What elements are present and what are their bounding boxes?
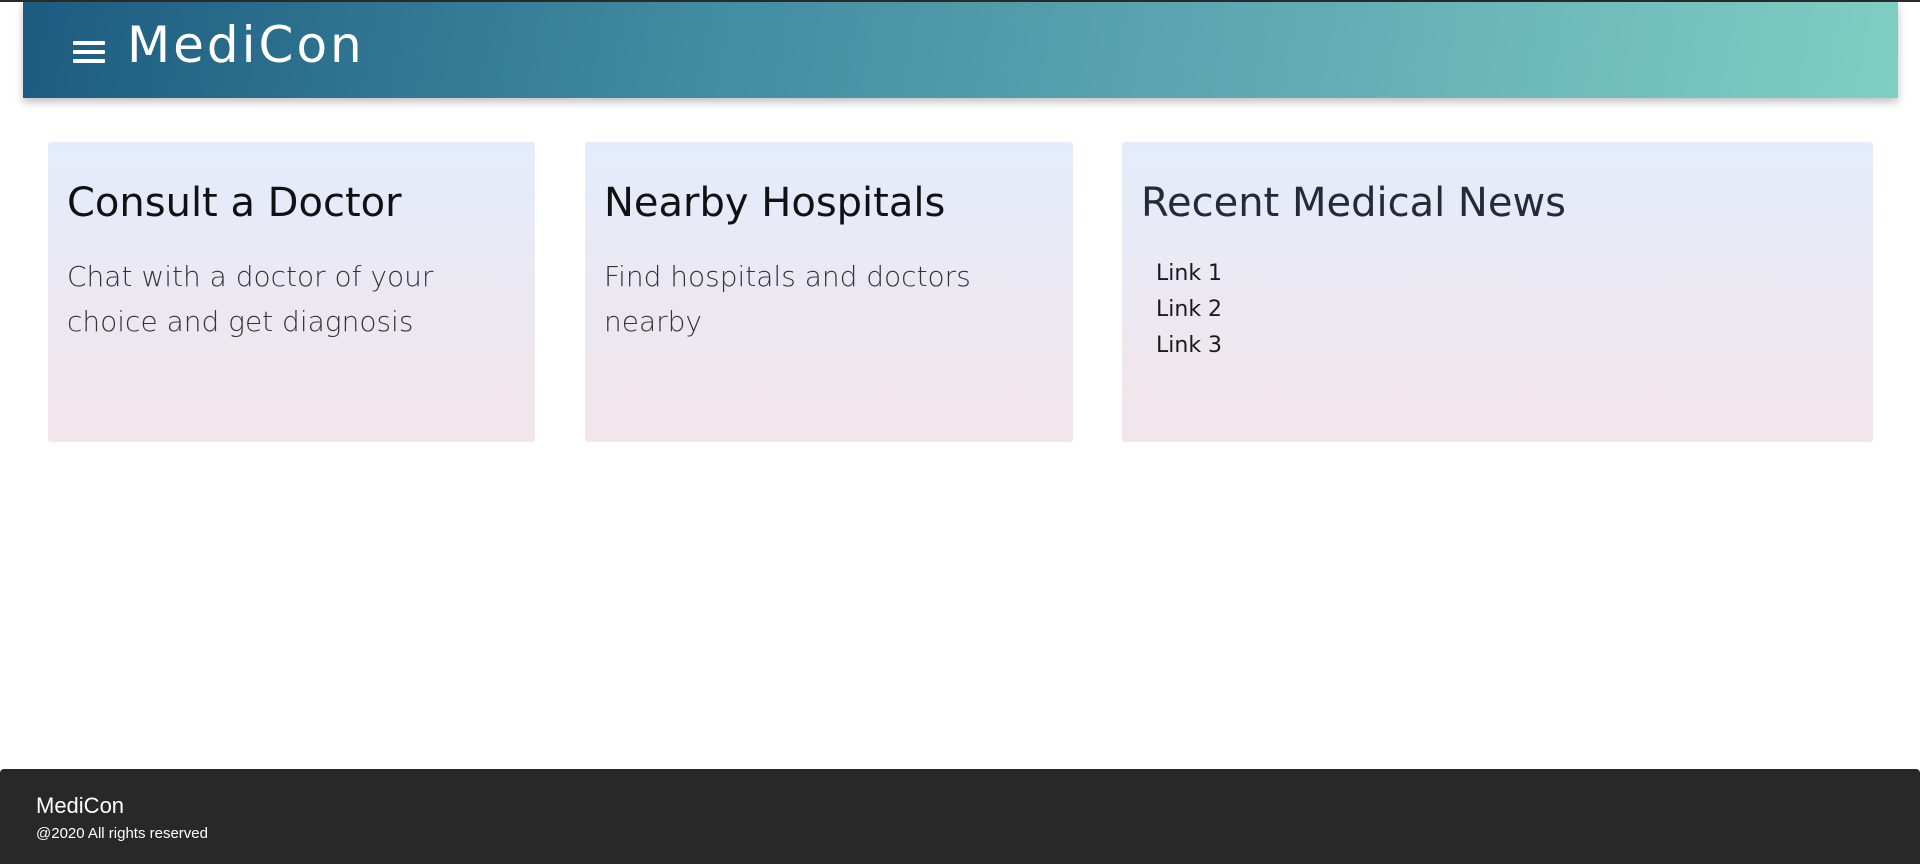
nearby-hospitals-card[interactable]: Nearby Hospitals Find hospitals and doct… (585, 142, 1073, 442)
news-link[interactable]: Link 1 (1156, 256, 1222, 292)
footer-copyright: @2020 All rights reserved (36, 825, 208, 842)
page-footer: MediCon @2020 All rights reserved (0, 769, 1920, 864)
footer-brand: MediCon (36, 793, 125, 818)
news-link-list: Link 1 Link 2 Link 3 (1156, 256, 1222, 364)
brand-logo[interactable]: MediCon (127, 15, 365, 75)
card-description: Chat with a doctor of your choice and ge… (67, 260, 434, 338)
medical-news-card: Recent Medical News Link 1 Link 2 Link 3 (1122, 142, 1873, 442)
app-header: MediCon (23, 2, 1898, 98)
menu-bar (73, 50, 105, 54)
news-link[interactable]: Link 2 (1156, 292, 1222, 328)
menu-bar (73, 59, 105, 63)
consult-doctor-card[interactable]: Consult a Doctor Chat with a doctor of y… (48, 142, 535, 442)
card-title: Consult a Doctor (67, 180, 402, 226)
card-title: Nearby Hospitals (604, 180, 946, 226)
card-title: Recent Medical News (1141, 180, 1566, 226)
card-description: Find hospitals and doctors nearby (604, 260, 971, 338)
news-link[interactable]: Link 3 (1156, 328, 1222, 364)
hamburger-menu-icon[interactable] (73, 32, 113, 72)
menu-bar (73, 41, 105, 45)
